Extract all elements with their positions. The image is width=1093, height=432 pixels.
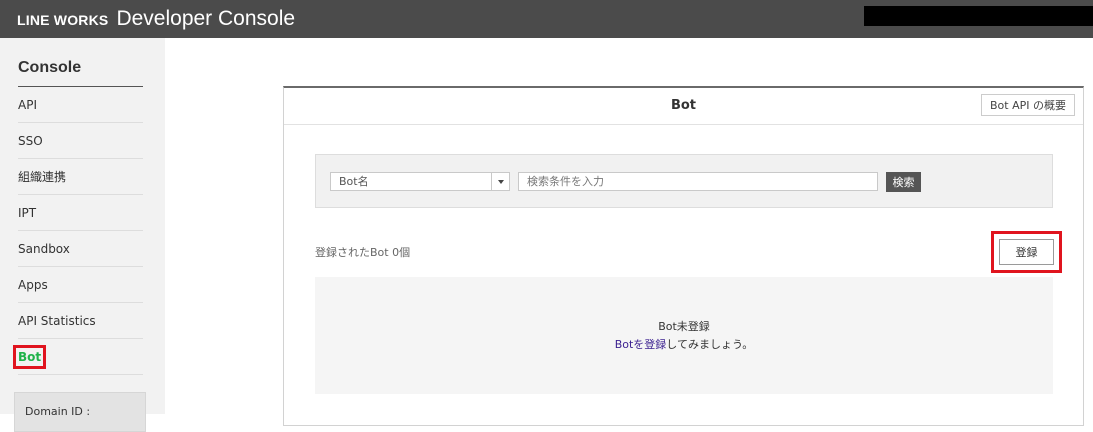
register-bot-link[interactable]: Botを登録 <box>615 338 667 351</box>
search-field-select[interactable]: Bot名 <box>330 172 510 191</box>
sidebar-item-bot[interactable]: Bot <box>12 339 143 375</box>
empty-state-suffix: してみましょう。 <box>666 338 754 351</box>
bot-panel: Bot Bot API の概要 Bot名 検索 登録されたBot 0個 登録 B… <box>283 86 1084 426</box>
redacted-account-bar <box>864 6 1093 26</box>
sidebar-nav: API SSO 組織連携 IPT Sandbox Apps API Statis… <box>12 87 143 375</box>
line-works-logo: LINE WORKS <box>17 12 109 28</box>
search-button[interactable]: 検索 <box>886 172 921 192</box>
domain-id-label: Domain ID : <box>25 405 91 418</box>
domain-id-box: Domain ID : <box>14 392 146 432</box>
register-button[interactable]: 登録 <box>999 239 1054 265</box>
sidebar-item-apps[interactable]: Apps <box>18 267 143 303</box>
select-value: Bot名 <box>339 175 369 188</box>
bot-api-overview-button[interactable]: Bot API の概要 <box>981 94 1075 116</box>
sidebar-item-label: Bot <box>12 344 47 369</box>
chevron-down-icon[interactable] <box>491 173 509 190</box>
register-highlight: 登録 <box>991 231 1062 273</box>
sidebar: Console API SSO 組織連携 IPT Sandbox Apps AP… <box>0 38 165 432</box>
search-input[interactable] <box>518 172 878 191</box>
sidebar-item-sandbox[interactable]: Sandbox <box>18 231 143 267</box>
sidebar-item-label: Sandbox <box>18 241 70 256</box>
empty-state: Bot未登録 Botを登録してみましょう。 <box>315 277 1053 394</box>
top-header: LINE WORKS Developer Console <box>0 0 1093 38</box>
app-title: Developer Console <box>116 7 296 30</box>
sidebar-item-org-integration[interactable]: 組織連携 <box>18 159 143 195</box>
empty-state-title: Bot未登録 <box>658 320 710 333</box>
panel-title-bar: Bot Bot API の概要 <box>284 88 1083 125</box>
registered-bot-count: 登録されたBot 0個 <box>315 246 411 259</box>
sidebar-item-api[interactable]: API <box>18 87 143 123</box>
sidebar-item-sso[interactable]: SSO <box>18 123 143 159</box>
sidebar-item-label: API <box>18 97 37 112</box>
page-title: Bot <box>670 98 697 113</box>
search-area: Bot名 検索 <box>315 154 1053 208</box>
sidebar-item-label: Apps <box>18 277 48 292</box>
sidebar-heading: Console <box>18 59 82 76</box>
sidebar-item-label: API Statistics <box>18 313 96 328</box>
sidebar-item-label: SSO <box>18 133 43 148</box>
sidebar-item-ipt[interactable]: IPT <box>18 195 143 231</box>
sidebar-item-label: 組織連携 <box>18 170 67 184</box>
sidebar-item-label: IPT <box>18 205 37 220</box>
sidebar-item-api-statistics[interactable]: API Statistics <box>18 303 143 339</box>
empty-state-message: Botを登録してみましょう。 <box>315 336 1053 352</box>
brand[interactable]: LINE WORKS Developer Console <box>17 7 295 31</box>
